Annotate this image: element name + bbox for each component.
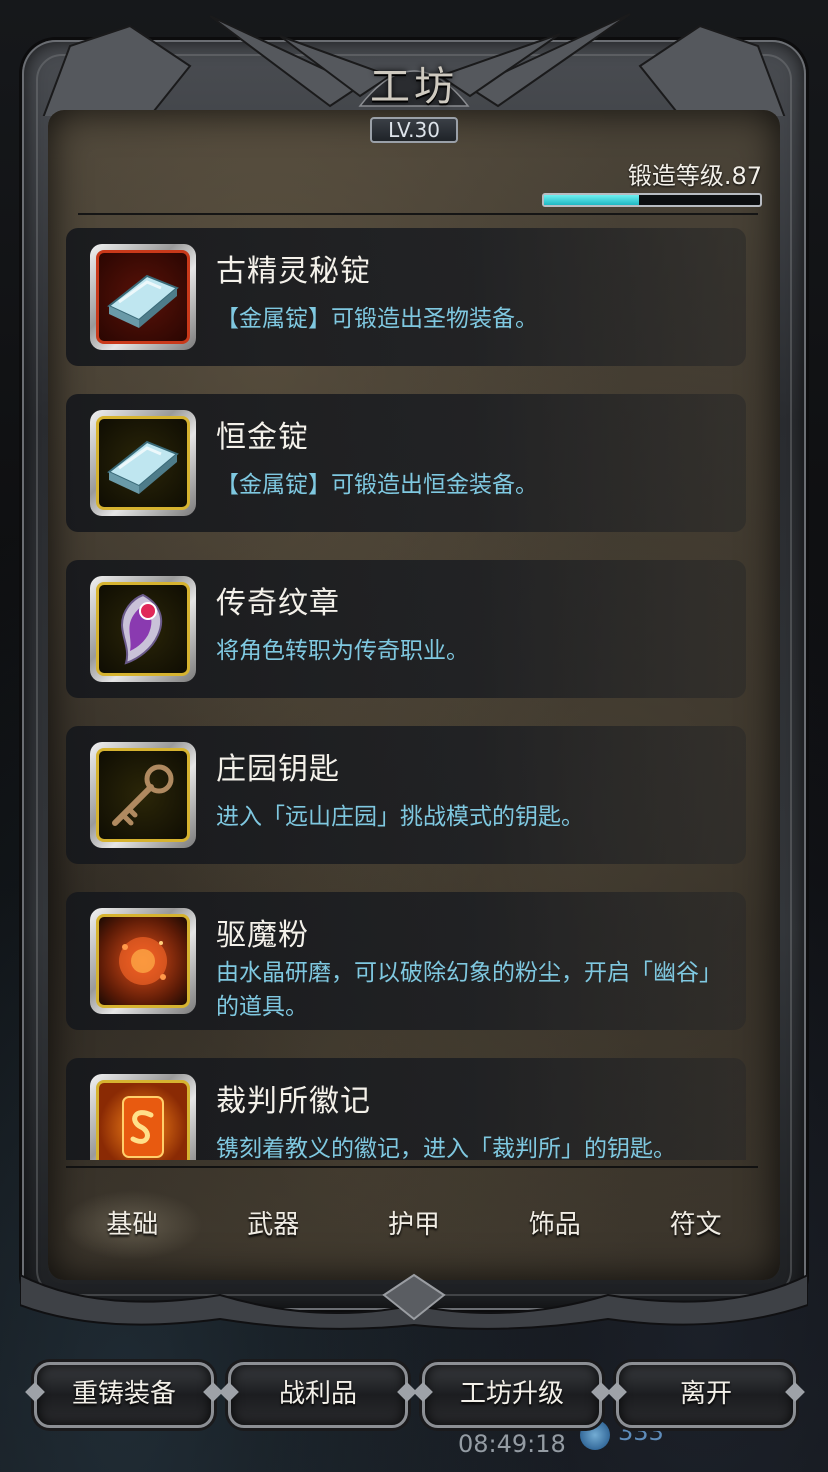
workshop-upgrade-button[interactable]: 工坊升级 bbox=[422, 1362, 602, 1428]
item-icon-frame bbox=[90, 410, 196, 516]
ornate-bottom-crest bbox=[20, 1273, 808, 1330]
item-name: 恒金锭 bbox=[216, 420, 309, 455]
list-item[interactable]: 裁判所徽记 镌刻着教义的徽记，进入「裁判所」的钥匙。 bbox=[66, 1058, 746, 1160]
list-item[interactable]: 古精灵秘锭 【金属锭】可锻造出圣物装备。 bbox=[66, 228, 746, 366]
tab-basic[interactable]: 基础 bbox=[62, 1190, 203, 1260]
item-description: 将角色转职为传奇职业。 bbox=[216, 638, 469, 664]
list-item[interactable]: 驱魔粉 由水晶研磨，可以破除幻象的粉尘，开启「幽谷」的道具。 bbox=[66, 892, 746, 1030]
red-powder-icon bbox=[119, 937, 167, 985]
item-icon-frame bbox=[90, 1074, 196, 1160]
category-tabs: 基础 武器 护甲 饰品 符文 bbox=[62, 1190, 766, 1260]
fire-sigil-icon bbox=[122, 1096, 164, 1158]
clock-time: 08:49:18 bbox=[458, 1430, 566, 1458]
forge-progress-bar bbox=[542, 193, 762, 207]
item-icon-frame bbox=[90, 244, 196, 350]
crest-emblem-icon bbox=[120, 593, 163, 665]
tab-armor[interactable]: 护甲 bbox=[344, 1190, 485, 1260]
key-icon bbox=[112, 764, 174, 826]
page-title: 工坊 bbox=[370, 64, 458, 110]
leave-button[interactable]: 离开 bbox=[616, 1362, 796, 1428]
item-description: 镌刻着教义的徽记，进入「裁判所」的钥匙。 bbox=[216, 1136, 676, 1160]
list-item[interactable]: 传奇纹章 将角色转职为传奇职业。 bbox=[66, 560, 746, 698]
item-name: 裁判所徽记 bbox=[216, 1084, 371, 1119]
level-badge: LV.30 bbox=[370, 117, 458, 143]
list-item[interactable]: 庄园钥匙 进入「远山庄园」挑战模式的钥匙。 bbox=[66, 726, 746, 864]
reforge-button[interactable]: 重铸装备 bbox=[34, 1362, 214, 1428]
blue-ingot-icon bbox=[107, 440, 179, 494]
item-name: 古精灵秘锭 bbox=[216, 254, 371, 289]
tab-accessories[interactable]: 饰品 bbox=[484, 1190, 625, 1260]
tab-runes[interactable]: 符文 bbox=[625, 1190, 766, 1260]
item-list[interactable]: 古精灵秘锭 【金属锭】可锻造出圣物装备。 恒金锭 【金属锭】可锻造出恒金装备。 bbox=[66, 228, 756, 1160]
divider bbox=[78, 213, 758, 215]
loot-button[interactable]: 战利品 bbox=[228, 1362, 408, 1428]
item-description: 进入「远山庄园」挑战模式的钥匙。 bbox=[216, 804, 584, 830]
divider bbox=[66, 1166, 758, 1168]
item-icon-frame bbox=[90, 742, 196, 848]
forge-progress-fill bbox=[544, 195, 640, 205]
item-name: 庄园钥匙 bbox=[216, 752, 340, 787]
item-name: 驱魔粉 bbox=[216, 918, 309, 953]
blue-ingot-icon bbox=[107, 274, 179, 328]
tab-weapons[interactable]: 武器 bbox=[203, 1190, 344, 1260]
item-icon-frame bbox=[90, 908, 196, 1014]
item-description: 【金属锭】可锻造出圣物装备。 bbox=[216, 306, 538, 332]
item-name: 传奇纹章 bbox=[216, 586, 340, 621]
item-icon-frame bbox=[90, 576, 196, 682]
forge-level-label: 锻造等级.87 bbox=[627, 162, 762, 190]
item-description: 由水晶研磨，可以破除幻象的粉尘，开启「幽谷」的道具。 bbox=[216, 960, 711, 1020]
item-description: 【金属锭】可锻造出恒金装备。 bbox=[216, 472, 538, 498]
list-item[interactable]: 恒金锭 【金属锭】可锻造出恒金装备。 bbox=[66, 394, 746, 532]
